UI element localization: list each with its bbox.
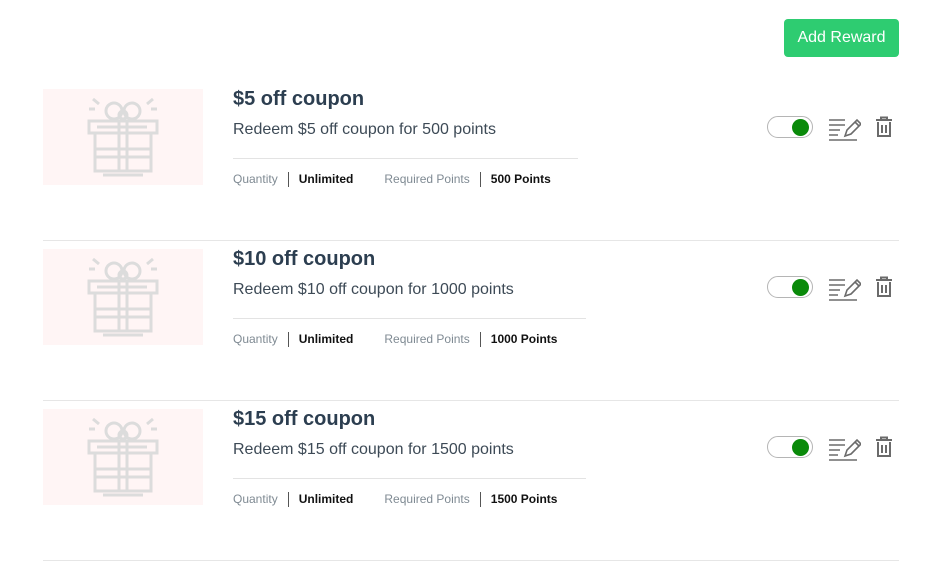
reward-title: $15 off coupon (233, 408, 376, 430)
reward-description: Redeem $5 off coupon for 500 points (233, 121, 496, 138)
separator (479, 491, 481, 507)
toggle-knob (792, 279, 809, 296)
reward-meta: Quantity Unlimited Required Points 1500 … (233, 491, 557, 507)
quantity-label: Quantity (233, 492, 278, 506)
divider (233, 158, 578, 159)
gift-icon (87, 417, 159, 497)
trash-icon[interactable] (875, 436, 893, 458)
quantity-label: Quantity (233, 172, 278, 186)
edit-icon[interactable] (827, 114, 861, 142)
separator (479, 331, 481, 347)
points-label: Required Points (384, 492, 470, 506)
trash-icon[interactable] (875, 276, 893, 298)
points-value: 1000 Points (490, 332, 558, 346)
reward-image (43, 409, 203, 505)
separator (287, 331, 289, 347)
points-label: Required Points (384, 332, 470, 346)
reward-image (43, 249, 203, 345)
edit-icon[interactable] (827, 434, 861, 462)
points-label: Required Points (384, 172, 470, 186)
reward-title: $5 off coupon (233, 88, 365, 110)
separator (287, 171, 289, 187)
reward-meta: Quantity Unlimited Required Points 500 P… (233, 171, 551, 187)
reward-title: $10 off coupon (233, 248, 376, 270)
gift-icon (87, 97, 159, 177)
trash-icon[interactable] (875, 116, 893, 138)
separator (287, 491, 289, 507)
divider (233, 318, 586, 319)
reward-description: Redeem $15 off coupon for 1500 points (233, 441, 514, 458)
toggle-knob (792, 119, 809, 136)
points-value: 500 Points (490, 172, 551, 186)
reward-meta: Quantity Unlimited Required Points 1000 … (233, 331, 557, 347)
separator (479, 171, 481, 187)
edit-icon[interactable] (827, 274, 861, 302)
reward-image (43, 89, 203, 185)
gift-icon (87, 257, 159, 337)
toggle-knob (792, 439, 809, 456)
divider (233, 478, 586, 479)
reward-row: $10 off coupon Redeem $10 off coupon for… (43, 240, 899, 401)
enable-toggle[interactable] (767, 116, 813, 138)
reward-row: $5 off coupon Redeem $5 off coupon for 5… (43, 80, 899, 241)
quantity-label: Quantity (233, 332, 278, 346)
add-reward-button[interactable]: Add Reward (784, 19, 899, 57)
quantity-value: Unlimited (298, 332, 354, 346)
quantity-value: Unlimited (298, 492, 354, 506)
points-value: 1500 Points (490, 492, 558, 506)
enable-toggle[interactable] (767, 276, 813, 298)
enable-toggle[interactable] (767, 436, 813, 458)
quantity-value: Unlimited (298, 172, 354, 186)
reward-description: Redeem $10 off coupon for 1000 points (233, 281, 514, 298)
